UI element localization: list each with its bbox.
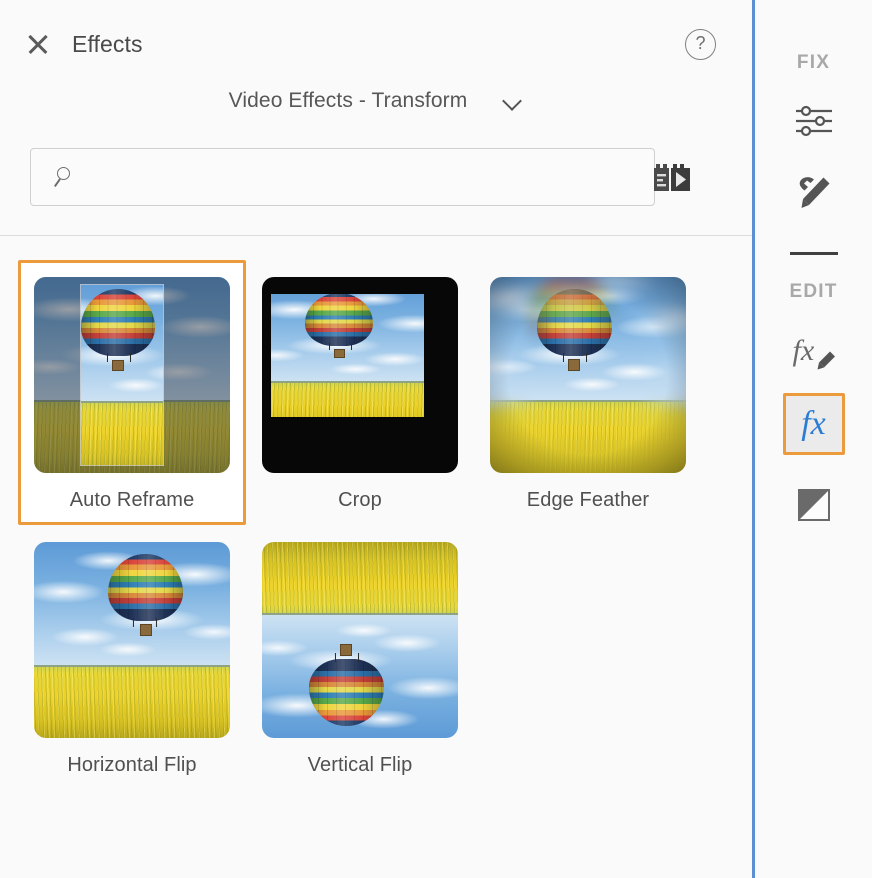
search-icon: [54, 167, 79, 189]
effect-item-vertical-flip[interactable]: Vertical Flip: [246, 525, 474, 790]
effects-panel: Effects ? Video Effects - Transform Auto…: [0, 0, 752, 878]
rail-divider: [789, 252, 838, 255]
rail-item-tools[interactable]: [783, 164, 845, 226]
rail-item-fx-pencil[interactable]: fx: [783, 321, 845, 383]
effect-thumbnail: [34, 277, 230, 473]
search-box[interactable]: [30, 148, 655, 207]
effects-panel-window: Effects ? Video Effects - Transform Auto…: [0, 0, 872, 878]
sliders-icon: [794, 104, 834, 143]
rail-item-adjustment-layer[interactable]: [783, 477, 845, 539]
rail-item-adjustments[interactable]: [783, 92, 845, 154]
search-input[interactable]: [89, 149, 643, 207]
effect-item-auto-reframe[interactable]: Auto Reframe: [18, 260, 246, 525]
tools-hammer-pencil-icon: [793, 172, 835, 219]
effect-thumbnail: [262, 542, 458, 738]
presets-icon[interactable]: [652, 162, 692, 193]
help-icon[interactable]: ?: [685, 29, 716, 60]
effects-grid: Auto Reframe Crop Edge Feather Horizonta…: [0, 260, 752, 790]
effects-grid-row: Auto Reframe Crop Edge Feather: [0, 260, 752, 525]
fx-pencil-icon: fx: [791, 334, 837, 370]
effect-label: Crop: [338, 489, 382, 511]
rail-section-label-fix: FIX: [796, 52, 831, 73]
category-label: Video Effects - Transform: [228, 89, 468, 112]
tool-rail: FIX EDIT fx fx: [752, 0, 872, 878]
chevron-down-icon: [503, 91, 523, 111]
effect-item-edge-feather[interactable]: Edge Feather: [474, 260, 702, 525]
close-icon[interactable]: [23, 29, 53, 59]
search-row: [30, 148, 730, 207]
page-title: Effects: [72, 31, 143, 57]
rail-section-label-edit: EDIT: [789, 280, 838, 302]
effect-label: Horizontal Flip: [67, 754, 197, 776]
effect-item-horizontal-flip[interactable]: Horizontal Flip: [18, 525, 246, 790]
panel-titlebar: Effects ?: [20, 26, 732, 64]
fx-icon: fx: [801, 404, 826, 442]
effect-label: Edge Feather: [526, 489, 650, 511]
effect-label: Auto Reframe: [69, 489, 195, 511]
effect-label: Vertical Flip: [307, 754, 413, 776]
effect-thumbnail: [34, 542, 230, 738]
effect-item-crop[interactable]: Crop: [246, 260, 474, 525]
rail-item-effects[interactable]: fx: [782, 392, 845, 455]
effects-grid-row: Horizontal Flip Vertical Flip: [0, 525, 752, 790]
effect-thumbnail: [262, 277, 458, 473]
category-dropdown[interactable]: Video Effects - Transform: [0, 84, 752, 118]
gradient-square-icon: [797, 489, 830, 526]
effect-item-empty: [474, 525, 702, 790]
effect-thumbnail: [490, 277, 686, 473]
panel-header: Effects ? Video Effects - Transform: [0, 0, 752, 236]
